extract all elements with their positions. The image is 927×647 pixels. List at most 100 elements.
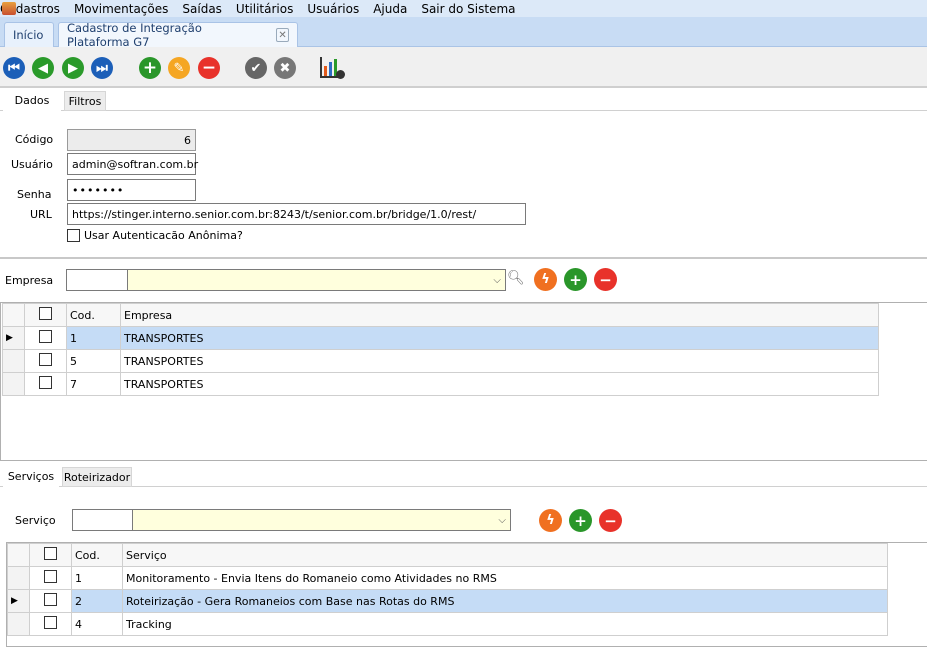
row-checkbox-cell <box>29 566 72 590</box>
servico-label: Serviço <box>15 514 56 527</box>
empresa-grid-panel: Cod. Empresa ▶ 1 TRANSPORTES 5 TRANSPORT… <box>0 302 927 461</box>
first-record-button[interactable]: ⏮ <box>3 57 25 79</box>
table-row[interactable]: ▶ 2 Roteirização - Gera Romaneios com Ba… <box>7 589 888 613</box>
usuario-input[interactable]: admin@softran.com.br <box>67 153 199 175</box>
select-all-cell <box>29 543 72 567</box>
menu-usuarios[interactable]: Usuários <box>307 2 359 16</box>
last-record-button[interactable]: ⏭ <box>91 57 113 79</box>
row-checkbox[interactable] <box>44 616 57 629</box>
tab-label: Roteirizador <box>63 470 131 484</box>
empresa-combo[interactable]: ⌵ <box>127 269 506 291</box>
empresa-code-input[interactable] <box>66 269 128 291</box>
url-value: https://stinger.interno.senior.com.br:82… <box>72 207 477 221</box>
row-indicator <box>2 372 25 396</box>
row-checkbox-cell <box>29 589 72 613</box>
indicator-header <box>2 303 25 327</box>
close-tab-icon[interactable]: ✕ <box>276 28 289 42</box>
cancel-button[interactable]: ✖ <box>274 57 296 79</box>
table-row[interactable]: 1 Monitoramento - Envia Itens do Romanei… <box>7 566 888 590</box>
senha-value: ••••••• <box>72 183 125 197</box>
row-checkbox[interactable] <box>39 353 52 366</box>
bottom-tabs: Serviços Roteirizador <box>0 465 927 487</box>
column-header-servico[interactable]: Serviço <box>122 543 888 567</box>
select-all-checkbox[interactable] <box>39 307 52 320</box>
usuario-value: admin@softran.com.br <box>72 157 199 171</box>
search-icon[interactable]: 🔍︎ <box>507 270 525 286</box>
servico-combo[interactable]: ⌵ <box>132 509 511 531</box>
column-header-cod[interactable]: Cod. <box>66 303 121 327</box>
remove-empresa-button[interactable]: − <box>594 268 617 291</box>
row-indicator <box>7 612 30 636</box>
add-servico-button[interactable]: + <box>569 509 592 532</box>
remove-servico-button[interactable]: − <box>599 509 622 532</box>
tab-servicos[interactable]: Serviços <box>3 465 59 487</box>
tab-roteirizador[interactable]: Roteirizador <box>62 467 132 487</box>
lightning-button[interactable]: ϟ <box>534 268 557 291</box>
table-row[interactable]: 5 TRANSPORTES <box>2 349 879 373</box>
tab-inicio[interactable]: Início <box>4 22 54 47</box>
cell-cod: 1 <box>71 566 123 590</box>
indicator-header <box>7 543 30 567</box>
chevron-down-icon: ⌵ <box>493 274 501 286</box>
next-record-button[interactable]: ▶ <box>62 57 84 79</box>
add-button[interactable]: + <box>139 57 161 79</box>
tab-label: Serviços <box>7 469 55 483</box>
current-row-indicator-icon: ▶ <box>7 589 30 613</box>
table-row[interactable]: 7 TRANSPORTES <box>2 372 879 396</box>
row-checkbox[interactable] <box>44 593 57 606</box>
servico-code-input[interactable] <box>72 509 133 531</box>
menu-saidas[interactable]: Saídas <box>182 2 222 16</box>
url-input[interactable]: https://stinger.interno.senior.com.br:82… <box>67 203 526 225</box>
lightning-button[interactable]: ϟ <box>539 509 562 532</box>
row-checkbox[interactable] <box>39 330 52 343</box>
tab-dados[interactable]: Dados <box>3 89 61 111</box>
tab-label: Cadastro de Integração Plataforma G7 <box>67 21 202 49</box>
select-all-checkbox[interactable] <box>44 547 57 560</box>
row-checkbox-cell <box>29 612 72 636</box>
senha-input[interactable]: ••••••• <box>67 179 196 201</box>
tab-label: Filtros <box>68 94 102 108</box>
row-indicator <box>2 349 25 373</box>
previous-record-button[interactable]: ◀ <box>32 57 54 79</box>
menu-ajuda[interactable]: Ajuda <box>373 2 407 16</box>
edit-button[interactable]: ✎ <box>168 57 190 79</box>
anon-auth-checkbox[interactable]: Usar Autenticacão Anônima? <box>67 229 243 242</box>
cell-cod: 4 <box>71 612 123 636</box>
grid-header: Cod. Empresa <box>2 303 879 327</box>
row-checkbox[interactable] <box>44 570 57 583</box>
document-tabs: Início Cadastro de Integração Plataforma… <box>0 17 927 49</box>
menu-sair[interactable]: Sair do Sistema <box>421 2 515 16</box>
cell-empresa: TRANSPORTES <box>120 372 879 396</box>
table-row[interactable]: ▶ 1 TRANSPORTES <box>2 326 879 350</box>
cell-servico: Monitoramento - Envia Itens do Romaneio … <box>122 566 888 590</box>
row-checkbox-cell <box>24 326 67 350</box>
menu-movimentacoes[interactable]: Movimentações <box>74 2 168 16</box>
servico-grid-panel: Cod. Serviço 1 Monitoramento - Envia Ite… <box>6 542 927 647</box>
empresa-grid: Cod. Empresa ▶ 1 TRANSPORTES 5 TRANSPORT… <box>2 303 879 396</box>
divider <box>0 257 927 259</box>
add-empresa-button[interactable]: + <box>564 268 587 291</box>
cell-cod: 1 <box>66 326 121 350</box>
url-label: URL <box>30 208 52 221</box>
usuario-label: Usuário <box>11 158 53 171</box>
table-row[interactable]: 4 Tracking <box>7 612 888 636</box>
column-header-cod[interactable]: Cod. <box>71 543 123 567</box>
tab-filtros[interactable]: Filtros <box>64 91 106 111</box>
anon-auth-label: Usar Autenticacão Anônima? <box>84 229 243 242</box>
empresa-label: Empresa <box>5 274 54 287</box>
report-chart-icon[interactable] <box>320 57 345 79</box>
row-checkbox[interactable] <box>39 376 52 389</box>
delete-button[interactable]: − <box>198 57 220 79</box>
cell-servico: Tracking <box>122 612 888 636</box>
menu-utilitarios[interactable]: Utilitários <box>236 2 293 16</box>
confirm-button[interactable]: ✔ <box>245 57 267 79</box>
tab-cadastro-integracao[interactable]: Cadastro de Integração Plataforma G7 ✕ <box>58 21 298 49</box>
checkbox[interactable] <box>67 229 80 242</box>
cell-cod: 7 <box>66 372 121 396</box>
codigo-field: 6 <box>67 129 196 151</box>
column-header-empresa[interactable]: Empresa <box>120 303 879 327</box>
row-checkbox-cell <box>24 372 67 396</box>
toolbar: ⏮ ◀ ▶ ⏭ + ✎ − ✔ ✖ <box>0 47 927 88</box>
cell-empresa: TRANSPORTES <box>120 326 879 350</box>
cell-cod: 2 <box>71 589 123 613</box>
